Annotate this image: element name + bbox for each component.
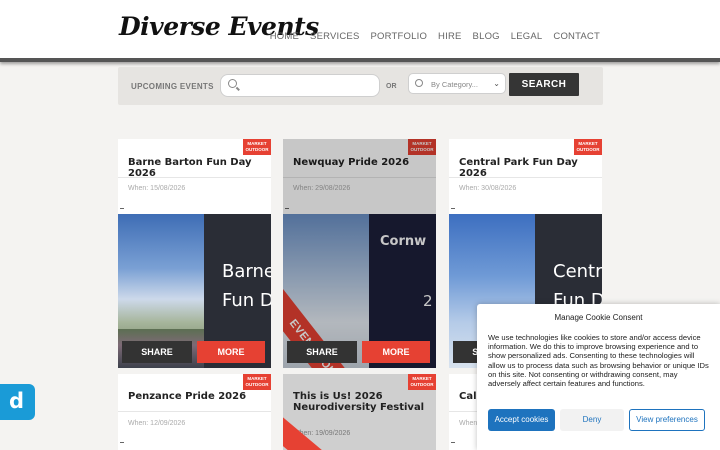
nav-portfolio[interactable]: PORTFOLIO <box>371 31 428 42</box>
category-select-value: By Category... <box>431 80 478 89</box>
accessibility-widget-button[interactable]: d <box>0 384 35 420</box>
divider <box>118 411 271 412</box>
event-card[interactable]: Newquay Pride 2026 MARKET OUTDOOR When: … <box>283 139 436 368</box>
image-text: Cornw <box>380 234 427 249</box>
event-date: When: 30/08/2026 <box>459 185 517 192</box>
event-title[interactable]: This is Us! 2026 Neurodiversity Festival <box>293 391 428 413</box>
search-button[interactable]: SEARCH <box>509 73 579 96</box>
divider <box>285 208 289 209</box>
category-tag: MARKET OUTDOOR <box>408 139 436 155</box>
divider <box>451 442 455 443</box>
image-text: 2 <box>423 292 433 310</box>
nav-services[interactable]: SERVICES <box>310 31 359 42</box>
or-text: OR <box>386 83 397 90</box>
chevron-down-icon: ⌄ <box>493 79 500 88</box>
event-card[interactable]: Barne Barton Fun Day 2026 MARKET OUTDOOR… <box>118 139 271 368</box>
more-button[interactable]: MORE <box>197 341 265 363</box>
divider <box>120 442 124 443</box>
nav-home[interactable]: HOME <box>270 31 299 42</box>
nav-blog[interactable]: BLOG <box>473 31 500 42</box>
event-title[interactable]: Central Park Fun Day 2026 <box>459 157 594 179</box>
category-tag: MARKET OUTDOOR <box>243 139 271 155</box>
image-text: Fun D <box>222 290 271 311</box>
event-date: When: 12/09/2026 <box>128 420 186 427</box>
more-button[interactable]: MORE <box>362 341 430 363</box>
cookie-consent-dialog: Manage Cookie Consent We use technologie… <box>477 304 720 450</box>
event-date: When: 15/08/2026 <box>128 185 186 192</box>
category-tag: MARKET OUTDOOR <box>243 374 271 390</box>
divider <box>118 177 271 178</box>
share-button[interactable]: SHARE <box>122 341 192 363</box>
main-nav: HOME SERVICES PORTFOLIO HIRE BLOG LEGAL … <box>270 31 600 42</box>
image-text: Barne <box>222 261 271 282</box>
event-card[interactable]: Penzance Pride 2026 MARKET OUTDOOR When:… <box>118 374 271 450</box>
search-icon <box>415 79 423 87</box>
category-tag: MARKET OUTDOOR <box>574 139 602 155</box>
cookie-body: We use technologies like cookies to stor… <box>488 333 709 389</box>
divider <box>451 208 455 209</box>
search-icon <box>228 79 237 88</box>
event-title[interactable]: Newquay Pride 2026 <box>293 157 428 168</box>
event-card[interactable]: This is Us! 2026 Neurodiversity Festival… <box>283 374 436 450</box>
event-title[interactable]: Barne Barton Fun Day 2026 <box>128 157 263 179</box>
search-input[interactable] <box>220 74 380 97</box>
nav-legal[interactable]: LEGAL <box>511 31 543 42</box>
nav-contact[interactable]: CONTACT <box>553 31 600 42</box>
category-tag: MARKET OUTDOOR <box>408 374 436 390</box>
widget-icon: d <box>9 389 25 413</box>
divider <box>449 177 602 178</box>
accept-cookies-button[interactable]: Accept cookies <box>488 409 555 431</box>
site-header: Diverse Events HOME SERVICES PORTFOLIO H… <box>0 0 720 62</box>
image-text: Centr <box>553 261 602 282</box>
search-label: UPCOMING EVENTS <box>131 82 214 91</box>
divider <box>283 177 436 178</box>
event-date: When <box>459 420 478 427</box>
event-search-bar: UPCOMING EVENTS OR By Category... ⌄ SEAR… <box>118 67 603 105</box>
event-date: When: 29/08/2026 <box>293 185 351 192</box>
cookie-title: Manage Cookie Consent <box>554 313 643 322</box>
divider <box>120 208 124 209</box>
view-preferences-button[interactable]: View preferences <box>629 409 705 431</box>
event-title[interactable]: Penzance Pride 2026 <box>128 391 263 402</box>
nav-hire[interactable]: HIRE <box>438 31 462 42</box>
share-button[interactable]: SHARE <box>287 341 357 363</box>
deny-cookies-button[interactable]: Deny <box>560 409 624 431</box>
category-select[interactable]: By Category... ⌄ <box>408 73 506 94</box>
